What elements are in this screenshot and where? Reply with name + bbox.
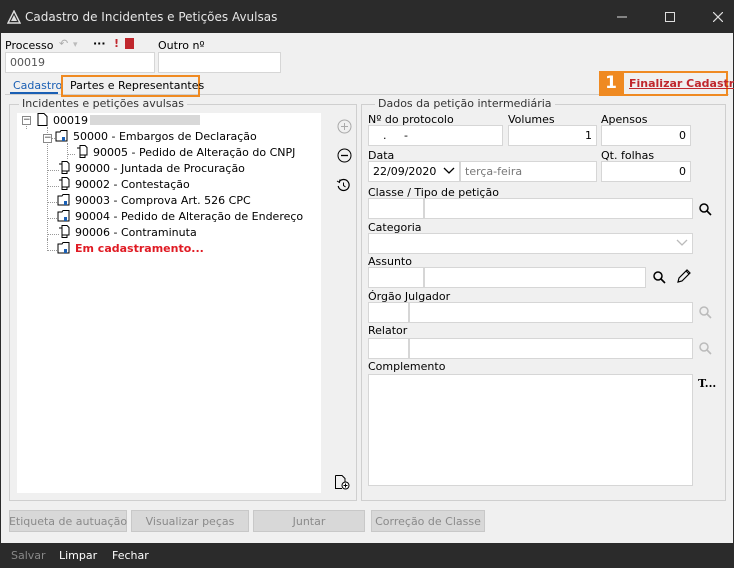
document-icon [37, 113, 48, 126]
docs-icon [59, 225, 70, 238]
correcao-classe-button[interactable]: Correção de Classe [371, 510, 485, 532]
new-document-button[interactable] [334, 474, 350, 490]
relator-label: Relator [368, 324, 408, 337]
juntar-button[interactable]: Juntar [253, 510, 365, 532]
volumes-input[interactable]: 1 [508, 125, 597, 146]
remove-node-button[interactable] [336, 147, 352, 163]
tree-item[interactable]: 90006 - Contraminuta [57, 225, 197, 240]
classe-code-input[interactable] [368, 198, 424, 219]
incidentes-group-title: Incidentes e petições avulsas [19, 97, 187, 110]
limpar-button[interactable]: Limpar [59, 549, 97, 562]
complemento-label: Complemento [368, 360, 446, 373]
folder-doc-icon [57, 242, 70, 254]
folder-doc-icon [57, 194, 70, 206]
folder-doc-icon [55, 130, 68, 142]
add-node-button[interactable] [336, 118, 352, 134]
tree-item[interactable]: 90004 - Pedido de Alteração de Endereço [57, 209, 303, 224]
tree-root-label: 00019 [53, 114, 88, 127]
apensos-input[interactable]: 0 [601, 125, 691, 146]
search-icon[interactable] [699, 203, 712, 216]
salvar-button[interactable]: Salvar [11, 549, 46, 562]
minimize-icon [617, 16, 627, 18]
dropdown-arrow-icon[interactable]: ▾ [73, 40, 78, 50]
visualizar-button[interactable]: Visualizar peças [131, 510, 249, 532]
history-icon [336, 178, 350, 191]
footer-bar: Salvar Limpar Fechar [1, 543, 733, 567]
new-doc-icon [335, 475, 350, 490]
weekday-field: terça-feira [460, 161, 597, 182]
tab-partes[interactable]: Partes e Representantes [70, 79, 204, 92]
tree-item[interactable]: 90003 - Comprova Art. 526 CPC [57, 193, 251, 208]
plus-circle-icon [337, 119, 351, 133]
qt-folhas-input[interactable]: 0 [601, 161, 691, 182]
chevron-down-icon[interactable] [443, 167, 455, 175]
more-icon[interactable]: ··· [93, 37, 106, 50]
outro-input[interactable] [158, 52, 281, 73]
pencil-icon[interactable] [676, 268, 692, 284]
incidentes-tree: − 00019 − 50000 - Embargos de Declaração… [17, 113, 321, 493]
outro-label: Outro nº [158, 39, 205, 52]
tree-item[interactable]: 90002 - Contestação [57, 177, 190, 192]
relator-code-input[interactable] [368, 338, 409, 359]
close-button[interactable] [695, 1, 734, 33]
main-window: Cadastro de Incidentes e Petições Avulsa… [0, 0, 734, 568]
complemento-textarea[interactable] [368, 374, 693, 486]
minus-circle-icon [337, 148, 351, 162]
maximize-icon [665, 12, 675, 22]
step-badge: 1 [599, 71, 623, 96]
search-icon[interactable] [699, 342, 712, 355]
data-value: 22/09/2020 [373, 165, 437, 178]
history-button[interactable] [335, 177, 351, 193]
protocolo-input[interactable]: . - [368, 125, 503, 146]
processo-input[interactable]: 00019 [5, 52, 155, 73]
tree-item[interactable]: 50000 - Embargos de Declaração [55, 129, 257, 144]
assunto-desc-input[interactable] [424, 267, 646, 288]
peticao-group-title: Dados da petição intermediária [375, 97, 555, 110]
text-format-icon[interactable]: T... [698, 377, 716, 390]
docs-icon [59, 177, 70, 190]
alert-icon[interactable]: ! [114, 37, 119, 50]
processo-label: Processo [5, 39, 54, 52]
search-icon[interactable] [653, 271, 666, 284]
tree-item[interactable]: 90000 - Juntada de Procuração [57, 161, 245, 176]
classe-desc-input[interactable] [424, 198, 693, 219]
redacted-block [90, 115, 200, 125]
chevron-down-icon[interactable] [676, 239, 688, 247]
orgao-desc-input[interactable] [409, 302, 693, 323]
fechar-button[interactable]: Fechar [112, 549, 149, 562]
categoria-select[interactable] [368, 233, 693, 254]
back-arrow-icon[interactable]: ↶ [59, 37, 68, 50]
close-icon [713, 12, 723, 22]
etiqueta-button[interactable]: Etiqueta de autuação [9, 510, 127, 532]
tree-item[interactable]: 90005 - Pedido de Alteração do CNPJ [75, 145, 295, 160]
item-collapse-icon[interactable]: − [43, 134, 52, 143]
assunto-code-input[interactable] [368, 267, 424, 288]
folder-doc-icon [57, 210, 70, 222]
maximize-button[interactable] [647, 1, 693, 33]
docs-icon [77, 145, 88, 158]
title-bar: Cadastro de Incidentes e Petições Avulsa… [1, 1, 733, 33]
relator-desc-input[interactable] [409, 338, 693, 359]
root-collapse-icon[interactable]: − [22, 116, 31, 125]
minimize-button[interactable] [599, 1, 645, 33]
tab-cadastro[interactable]: Cadastro [13, 79, 62, 92]
orgao-code-input[interactable] [368, 302, 409, 323]
search-icon[interactable] [699, 306, 712, 319]
tree-item-new[interactable]: Em cadastramento... [57, 241, 204, 256]
finalizar-cadastro-link[interactable]: Finalizar Cadastro [629, 77, 734, 90]
app-logo-icon [7, 10, 21, 24]
tab-cadastro-underline [10, 92, 58, 94]
tree-root[interactable]: 00019 [35, 113, 200, 128]
window-title: Cadastro de Incidentes e Petições Avulsa… [25, 10, 278, 24]
docs-icon [59, 161, 70, 174]
stop-icon[interactable] [125, 38, 134, 49]
